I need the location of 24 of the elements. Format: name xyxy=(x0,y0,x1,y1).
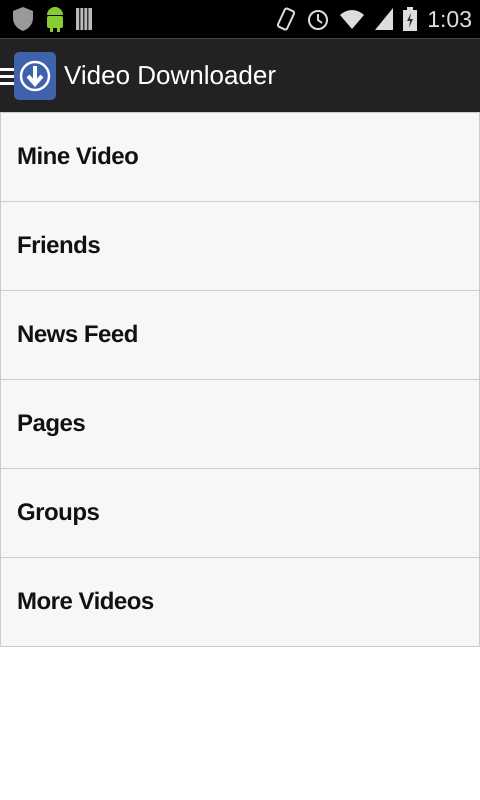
menu-item-label: More Videos xyxy=(17,588,154,616)
status-time: 1:03 xyxy=(427,6,472,32)
signal-icon xyxy=(375,8,394,30)
menu-item[interactable]: More Videos xyxy=(0,558,480,647)
wifi-icon xyxy=(339,8,366,30)
menu-item-label: News Feed xyxy=(17,321,138,349)
download-icon[interactable] xyxy=(14,52,56,100)
menu-item-label: Friends xyxy=(17,232,100,260)
android-icon xyxy=(44,5,66,33)
battery-icon xyxy=(403,7,418,31)
menu-item[interactable]: Friends xyxy=(0,202,480,291)
app-title: Video Downloader xyxy=(64,60,276,91)
menu-icon[interactable] xyxy=(0,66,14,86)
menu-item[interactable]: News Feed xyxy=(0,291,480,380)
menu-item[interactable]: Groups xyxy=(0,469,480,558)
menu-item-label: Mine Video xyxy=(17,143,138,171)
shield-icon xyxy=(12,6,34,32)
menu-item-label: Pages xyxy=(17,410,86,438)
menu-item-label: Groups xyxy=(17,499,100,527)
alarm-icon xyxy=(307,7,330,31)
vibrate-icon xyxy=(275,6,298,32)
barcode-icon xyxy=(76,8,92,30)
menu-item[interactable]: Pages xyxy=(0,380,480,469)
menu-item[interactable]: Mine Video xyxy=(0,113,480,202)
